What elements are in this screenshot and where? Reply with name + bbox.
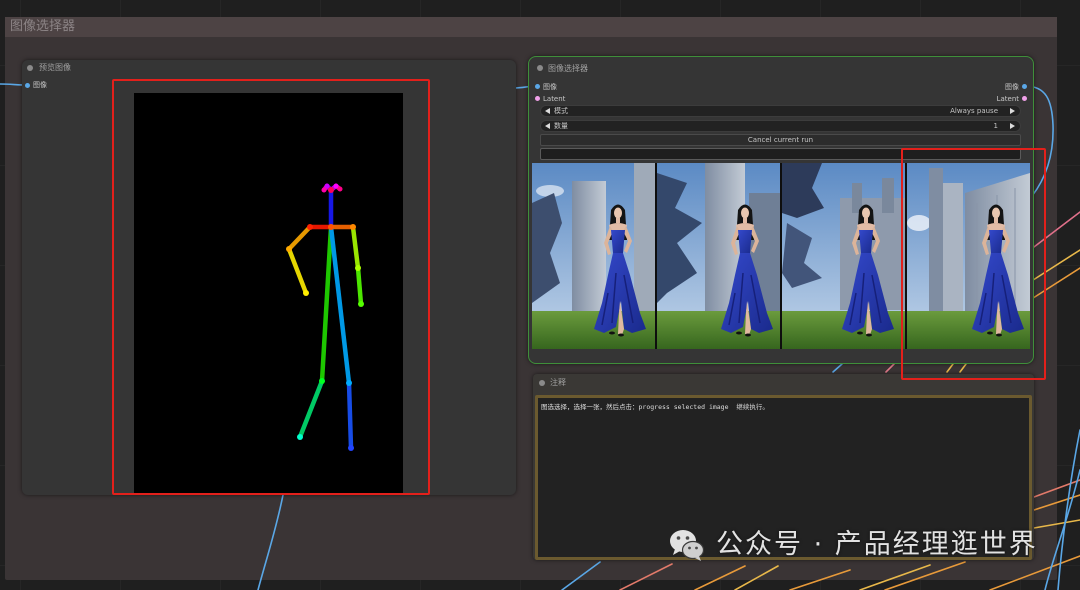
arrow-left-icon[interactable] xyxy=(545,123,550,129)
image-gallery xyxy=(532,163,1030,349)
pose-skeleton xyxy=(286,183,364,451)
thumbnail-image[interactable] xyxy=(657,163,780,349)
thumbnail-image[interactable] xyxy=(782,163,905,349)
node-title: 图像选择器 xyxy=(548,64,588,73)
node-dot-icon xyxy=(537,65,543,71)
wechat-icon xyxy=(670,530,705,561)
node-dot-icon xyxy=(27,65,33,71)
input-slot-image[interactable] xyxy=(535,84,540,89)
node-title-bar[interactable]: 图像选择器 xyxy=(529,57,1033,73)
image-chooser-node[interactable]: 图像选择器 图像 Latent 图像 Latent 模式 Always paus… xyxy=(528,56,1034,364)
preview-image-node[interactable]: 预览图像 图像 xyxy=(22,60,516,495)
thumbnail-image[interactable] xyxy=(907,163,1030,349)
mode-combo[interactable]: 模式 Always pause xyxy=(540,105,1021,117)
group-title[interactable]: 图像选择器 xyxy=(5,17,1057,37)
thumbnail-picture xyxy=(532,163,655,349)
preview-image[interactable] xyxy=(134,93,403,493)
thumbnail-picture xyxy=(907,163,1030,349)
node-title-bar[interactable]: 注释 xyxy=(533,374,1034,390)
count-value: 1 xyxy=(993,122,998,130)
node-dot-icon xyxy=(539,380,545,386)
input-slot-latent[interactable] xyxy=(535,96,540,101)
arrow-right-icon[interactable] xyxy=(1010,108,1015,114)
thumbnail-picture xyxy=(782,163,905,349)
count-number[interactable]: 数量 1 xyxy=(540,120,1021,132)
mode-label: 模式 xyxy=(554,107,568,115)
count-label: 数量 xyxy=(554,122,568,130)
mode-value: Always pause xyxy=(950,107,998,115)
arrow-left-icon[interactable] xyxy=(545,108,550,114)
output-label-image: 图像 xyxy=(1005,83,1019,91)
input-label-image: 图像 xyxy=(33,81,47,89)
input-label-latent: Latent xyxy=(543,95,566,103)
arrow-right-icon[interactable] xyxy=(1010,123,1015,129)
skeleton-limbs xyxy=(286,183,364,451)
thumbnail-picture xyxy=(657,163,780,349)
node-title: 预览图像 xyxy=(39,63,71,72)
node-title: 注释 xyxy=(550,378,566,387)
input-label-image: 图像 xyxy=(543,83,557,91)
input-slot-image[interactable] xyxy=(25,83,30,88)
cancel-run-button[interactable]: Cancel current run xyxy=(540,134,1021,146)
output-slot-image[interactable] xyxy=(1022,84,1027,89)
thumbnail-image[interactable] xyxy=(532,163,655,349)
watermark-text: 公众号 · 产品经理逛世界 xyxy=(716,529,1038,560)
output-slot-latent[interactable] xyxy=(1022,96,1027,101)
progress-button[interactable] xyxy=(540,148,1021,160)
node-title-bar[interactable]: 预览图像 xyxy=(22,60,516,76)
output-label-latent: Latent xyxy=(996,95,1019,103)
